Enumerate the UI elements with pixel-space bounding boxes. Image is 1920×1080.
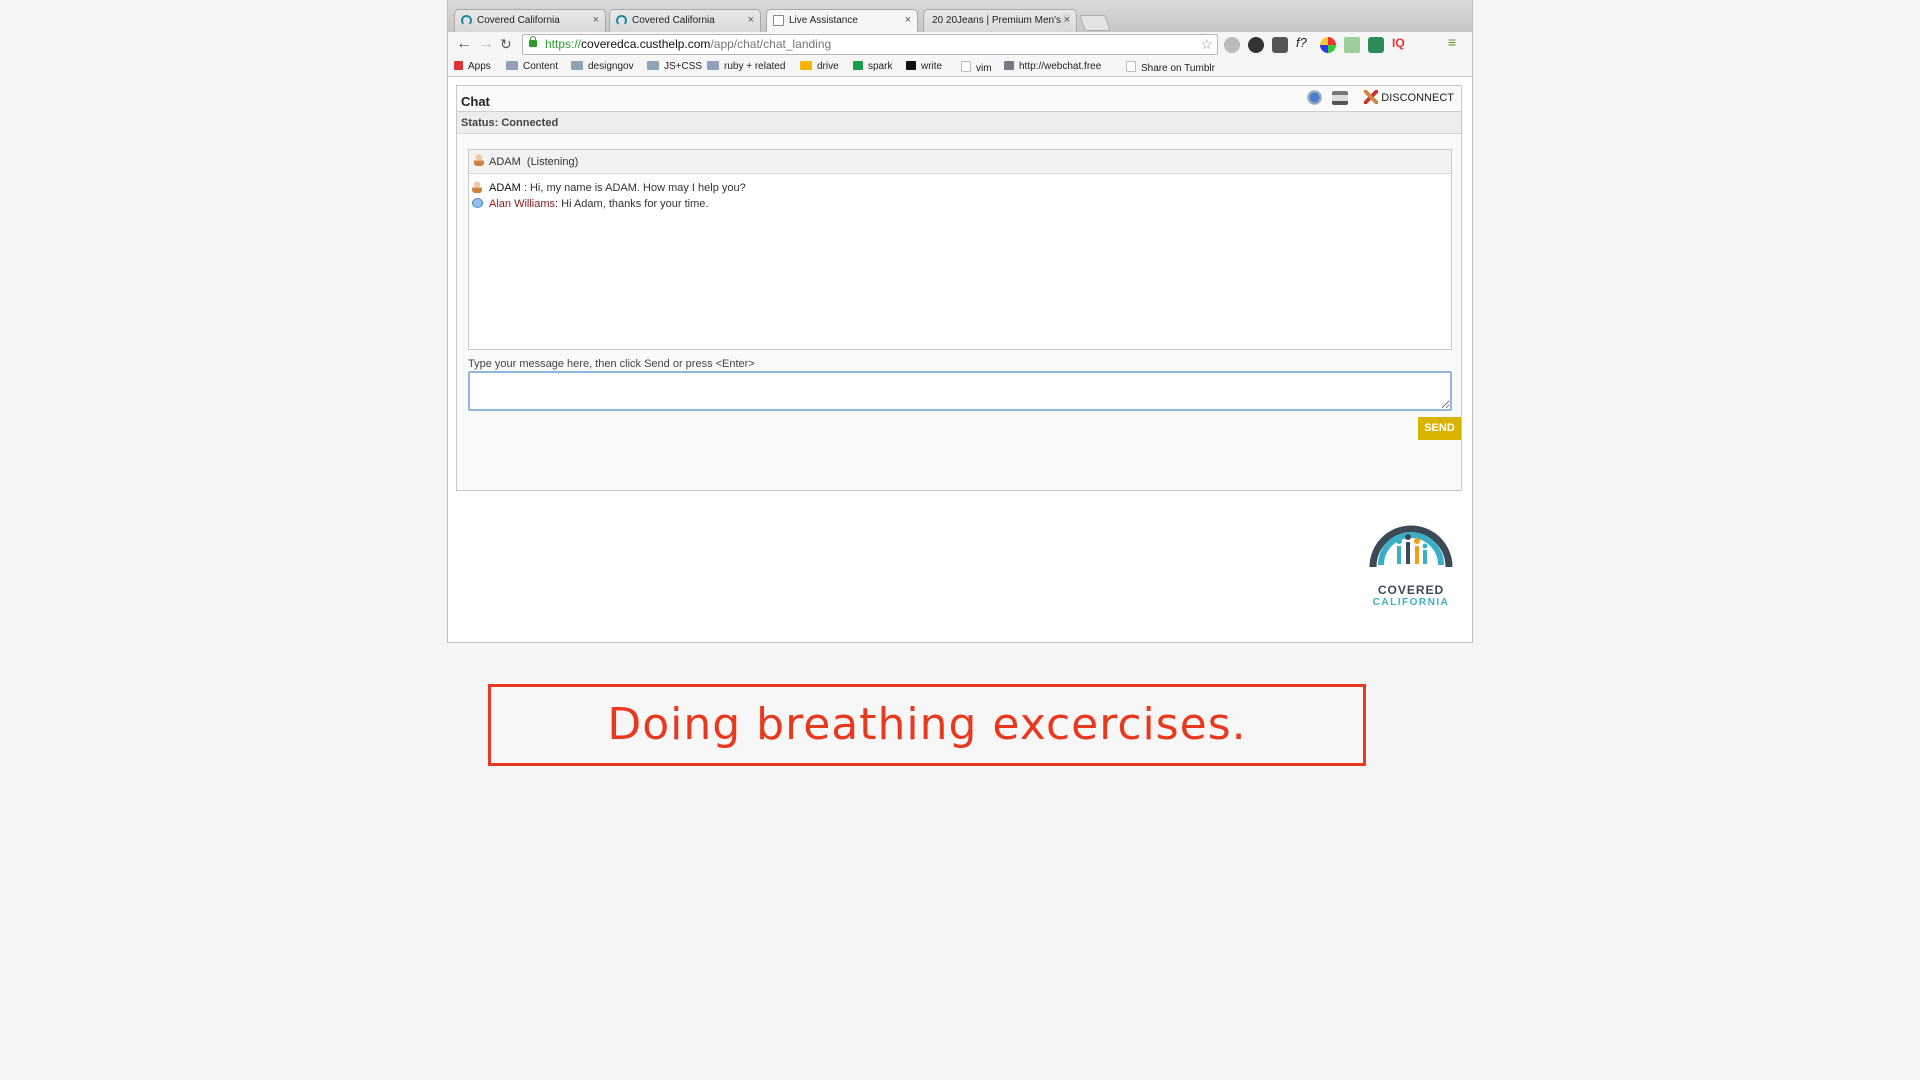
folder-icon <box>647 61 659 70</box>
message-input[interactable] <box>468 371 1452 411</box>
agent-name: ADAM <box>489 156 521 168</box>
close-icon[interactable]: × <box>748 14 754 26</box>
sound-icon[interactable] <box>1306 89 1323 106</box>
covered-favicon-icon <box>616 15 627 26</box>
tab-label: Covered California <box>632 15 715 26</box>
bookmark-drive[interactable]: drive <box>800 61 839 72</box>
tab-label: Covered California <box>477 15 560 26</box>
client-bubble-icon <box>472 198 483 208</box>
tab-2020jeans[interactable]: 20 20Jeans | Premium Men's J × <box>923 9 1077 32</box>
medium-icon <box>906 61 916 70</box>
lock-icon <box>529 36 537 47</box>
close-icon[interactable]: × <box>1060 14 1070 26</box>
tab-label: 20 20Jeans | Premium Men's J <box>932 15 1069 26</box>
logo-text-covered: COVERED <box>1377 583 1445 597</box>
bookmark-write[interactable]: write <box>906 61 942 72</box>
send-button[interactable]: SEND <box>1418 417 1461 440</box>
bookmark-share-tumblr[interactable]: Share on Tumblr <box>1126 61 1215 74</box>
bookmark-js-css[interactable]: JS+CSS <box>647 61 702 72</box>
new-extension-icon[interactable] <box>1368 37 1384 53</box>
agent-bar: ADAM (Listening) <box>469 150 1451 174</box>
browser-window: Covered California × Covered California … <box>448 0 1472 642</box>
fontface-icon[interactable]: f? <box>1296 35 1312 51</box>
bookmark-ruby-related[interactable]: ruby + related <box>707 61 785 72</box>
folder-icon <box>571 61 583 70</box>
agent-avatar-icon <box>472 181 482 193</box>
tab-manager-icon[interactable] <box>1344 37 1360 53</box>
document-icon <box>773 15 784 26</box>
close-icon[interactable]: × <box>905 14 911 26</box>
logo-text-california: CALIFORNIA <box>1372 597 1450 608</box>
chat-message-agent: ADAM : Hi, my name is ADAM. How may I he… <box>469 180 1451 196</box>
sheet-icon <box>853 61 863 70</box>
agent-state: (Listening) <box>526 156 579 168</box>
address-bar[interactable]: https://coveredca.custhelp.com/app/chat/… <box>522 34 1218 55</box>
bookmark-spark[interactable]: spark <box>853 61 892 72</box>
page-icon <box>961 61 971 72</box>
chat-header: Chat DISCONNECT <box>457 86 1461 112</box>
page-icon <box>1126 61 1136 72</box>
bookmark-vim[interactable]: vim <box>961 61 992 74</box>
page-content: Chat DISCONNECT Status: Connected ADAM (… <box>448 77 1472 642</box>
url-scheme: https:// <box>545 37 582 51</box>
disconnect-icon <box>1364 90 1379 104</box>
extension-gray-icon[interactable] <box>1224 37 1240 53</box>
folder-icon <box>506 61 518 70</box>
tab-strip: Covered California × Covered California … <box>448 0 1472 32</box>
agent-avatar-icon <box>474 154 484 166</box>
bookmarks-bar: Apps Content designgov JS+CSS ruby + rel… <box>448 58 1472 77</box>
disconnect-label: DISCONNECT <box>1381 92 1454 104</box>
chat-transcript: ADAM (Listening) ADAM : Hi, my name is A… <box>468 149 1452 350</box>
tab-label: Live Assistance <box>789 15 858 26</box>
chat-title: Chat <box>461 94 490 109</box>
bookmark-designgov[interactable]: designgov <box>571 61 634 72</box>
message-text: : Hi, my name is ADAM. How may I help yo… <box>520 182 746 194</box>
forward-arrow-icon[interactable]: → <box>478 36 494 52</box>
url-path: /app/chat/chat_landing <box>710 37 832 51</box>
close-icon[interactable]: × <box>593 14 599 26</box>
drive-icon <box>800 61 812 70</box>
bookmark-star-icon[interactable]: ☆ <box>1200 35 1213 54</box>
url-host: coveredca.custhelp.com <box>581 37 711 51</box>
chat-message-client: Alan Williams: Hi Adam, thanks for your … <box>469 196 1451 212</box>
message-sender: Alan Williams <box>489 198 556 210</box>
iq-icon[interactable]: IQ <box>1392 36 1408 52</box>
pocket-icon[interactable] <box>1272 37 1288 53</box>
tab-covered-california-2[interactable]: Covered California × <box>609 9 761 32</box>
new-tab-button[interactable] <box>1079 15 1111 31</box>
disconnect-button[interactable]: DISCONNECT <box>1364 90 1454 104</box>
browser-toolbar: ← → ↻ https://coveredca.custhelp.com/app… <box>448 32 1472 58</box>
caption-box: Doing breathing excercises. <box>488 684 1366 766</box>
bookmark-webchat[interactable]: http://webchat.free <box>1004 61 1104 72</box>
logo-arch-icon <box>1369 525 1453 568</box>
back-arrow-icon[interactable]: ← <box>456 36 472 52</box>
message-input-label: Type your message here, then click Send … <box>468 358 755 370</box>
covered-favicon-icon <box>461 15 472 26</box>
bookmark-content[interactable]: Content <box>506 61 558 72</box>
tab-covered-california-1[interactable]: Covered California × <box>454 9 606 32</box>
status-bar: Status: Connected <box>457 112 1461 134</box>
message-sender: ADAM <box>489 182 521 194</box>
reload-icon[interactable]: ↻ <box>500 36 512 52</box>
message-text: : Hi Adam, thanks for your time. <box>555 198 709 210</box>
print-icon[interactable] <box>1332 91 1348 105</box>
menu-icon[interactable]: ≡ <box>1448 34 1464 50</box>
webchat-icon <box>1004 61 1014 70</box>
chat-panel: Chat DISCONNECT Status: Connected ADAM (… <box>456 85 1462 491</box>
apps-grid-icon <box>454 61 463 70</box>
extension-dark-circle-icon[interactable] <box>1248 37 1264 53</box>
color-wheel-icon[interactable] <box>1320 37 1336 53</box>
folder-icon <box>707 61 719 70</box>
covered-california-logo: COVERED CALIFORNIA <box>1366 501 1456 611</box>
bookmark-apps[interactable]: Apps <box>454 61 491 72</box>
tab-live-assistance[interactable]: Live Assistance × <box>766 9 918 32</box>
